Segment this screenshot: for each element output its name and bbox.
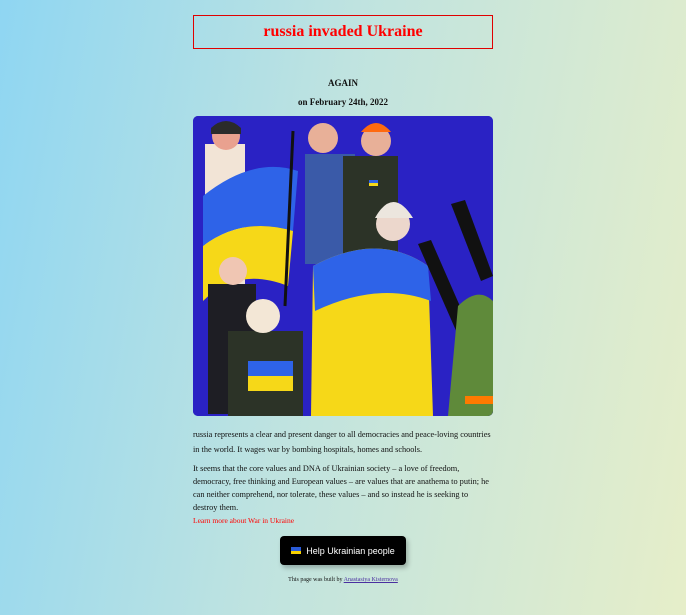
illustration	[193, 116, 493, 416]
footer-credit: This page was built by Anastasiya Kister…	[193, 577, 493, 583]
help-button-container: Help Ukrainian people	[193, 536, 493, 565]
date-heading: on February 24th, 2022	[298, 97, 388, 107]
page-title: russia invaded Ukraine	[263, 23, 423, 40]
help-ukrainian-people-button[interactable]: Help Ukrainian people	[280, 536, 406, 565]
ukraine-flag-icon	[291, 547, 302, 554]
author-link[interactable]: Anastasiya Kisternova	[344, 577, 398, 583]
paragraph-danger: russia represents a clear and present da…	[193, 430, 491, 454]
help-button-label: Help Ukrainian people	[306, 545, 395, 556]
page-container: russia invaded Ukraine AGAIN on February…	[193, 15, 493, 583]
paragraph-values: It seems that the core values and DNA of…	[193, 464, 489, 512]
learn-more-link[interactable]: Learn more about War in Ukraine	[193, 516, 493, 525]
page-title-box: russia invaded Ukraine	[193, 15, 493, 49]
footer-prefix: This page was built by	[288, 577, 344, 583]
again-heading: AGAIN	[327, 78, 358, 88]
